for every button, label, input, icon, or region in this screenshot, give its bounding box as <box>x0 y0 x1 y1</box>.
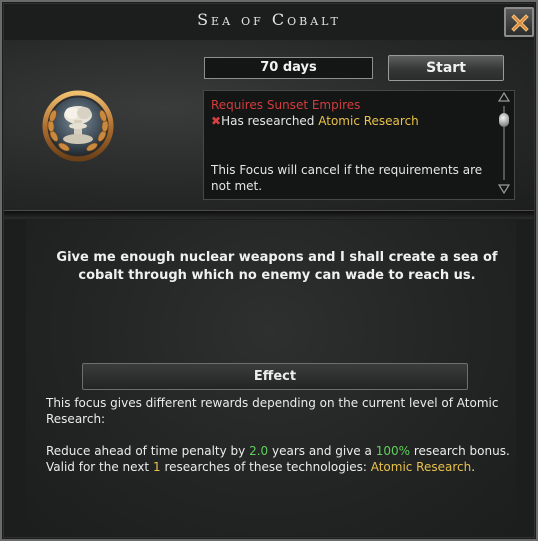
requirement-prefix: Has researched <box>221 114 315 128</box>
scrollbar-thumb[interactable] <box>499 113 509 127</box>
effect-header: Effect <box>82 363 468 390</box>
effect-years-value: 2.0 <box>249 444 269 458</box>
start-button[interactable]: Start <box>388 55 504 81</box>
scroll-up-arrow-icon[interactable] <box>498 92 510 102</box>
requirements-warning: This Focus will cancel if the requiremen… <box>211 163 483 193</box>
effect-tech-name: Atomic Research <box>370 460 472 474</box>
scroll-down-arrow-icon[interactable] <box>498 184 510 194</box>
effect-count-value: 1 <box>152 460 161 474</box>
effect-line-3: Valid for the next 1 researches of these… <box>46 459 516 475</box>
close-button[interactable] <box>504 7 534 37</box>
effect-bonus-value: 100% <box>375 444 410 458</box>
requirements-header: Requires Sunset Empires <box>211 98 361 112</box>
focus-duration: 70 days <box>204 57 373 79</box>
nuclear-mushroom-cloud-laurel-icon <box>42 90 114 162</box>
effect-line-2-c: research bonus. <box>413 444 510 458</box>
window-title: Sea of Cobalt <box>197 10 341 29</box>
effect-line-2: Reduce ahead of time penalty by 2.0 year… <box>46 443 516 459</box>
focus-window: Sea of Cobalt 70 days Start Requires Sun… <box>0 0 538 541</box>
effect-line-3-a: Valid for the next <box>46 460 150 474</box>
effect-line-2-b: years and give a <box>272 444 372 458</box>
requirement-item: ✖Has researched Atomic Research <box>211 113 496 129</box>
effect-line-1: This focus gives different rewards depen… <box>46 396 499 426</box>
section-divider <box>4 210 534 219</box>
effect-line-3-end: . <box>471 460 476 474</box>
requirements-box: Requires Sunset Empires ✖Has researched … <box>203 90 515 200</box>
effect-line-3-b: researches of these technologies: <box>164 460 367 474</box>
requirement-tech: Atomic Research <box>318 114 419 128</box>
red-x-icon: ✖ <box>211 114 222 128</box>
effect-text: This focus gives different rewards depen… <box>46 395 516 475</box>
close-x-icon <box>511 14 529 32</box>
effect-line-2-a: Reduce ahead of time penalty by <box>46 444 246 458</box>
focus-description: Give me enough nuclear weapons and I sha… <box>56 250 498 283</box>
